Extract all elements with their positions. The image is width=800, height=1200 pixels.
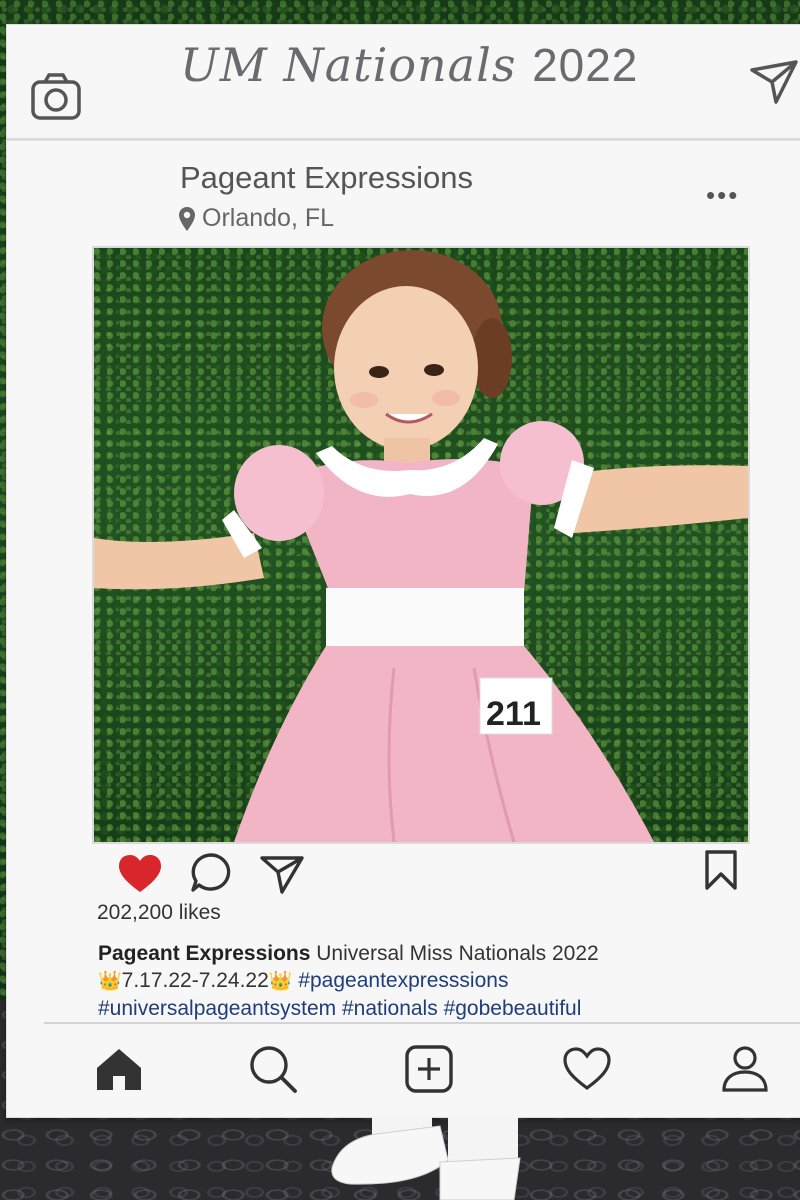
right-shoe xyxy=(439,1157,521,1200)
feet-layer xyxy=(331,1116,521,1200)
left-shoe xyxy=(331,1125,449,1185)
